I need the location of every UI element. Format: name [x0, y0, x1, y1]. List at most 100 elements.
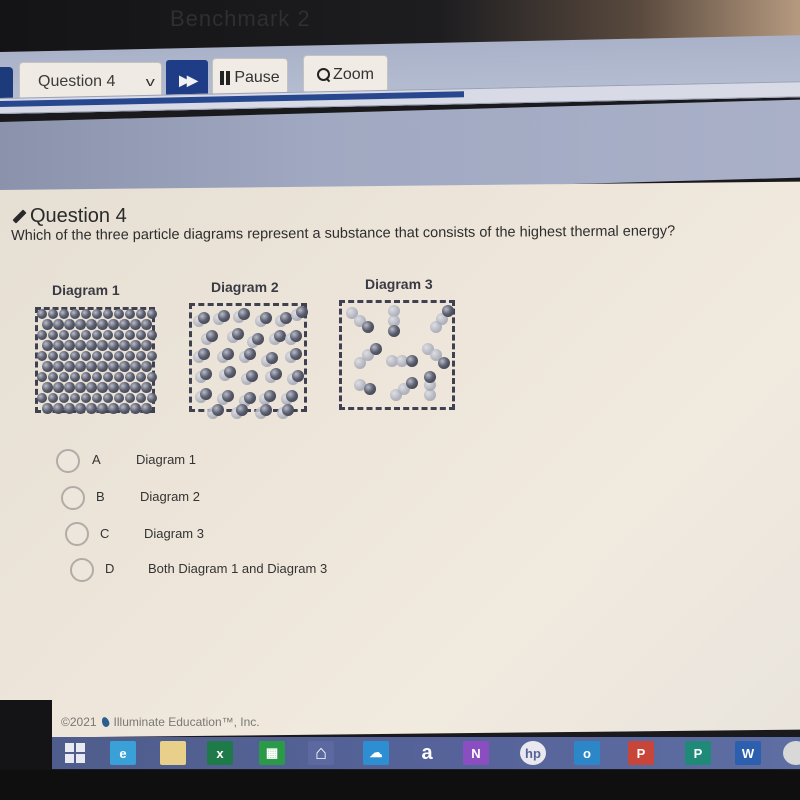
particle: [135, 329, 147, 341]
particle: [200, 368, 212, 380]
diagram-2-label: Diagram 2: [211, 279, 279, 295]
particle: [47, 350, 59, 362]
diagram-2-liquid: [189, 303, 308, 419]
particle: [119, 340, 130, 351]
particle: [124, 329, 136, 341]
store-icon[interactable]: ▦: [259, 741, 285, 765]
particle: [53, 340, 64, 351]
particle: [232, 328, 244, 340]
particle: [218, 310, 230, 322]
outlook-icon[interactable]: o: [574, 741, 600, 765]
particle: [80, 329, 92, 341]
company-name: Illuminate Education™, Inc.: [113, 715, 260, 729]
particle: [91, 329, 103, 341]
particle: [362, 321, 374, 333]
onedrive-icon[interactable]: ☁: [363, 741, 389, 765]
option-b[interactable]: [61, 486, 85, 510]
diagram-3-label: Diagram 3: [365, 276, 433, 292]
particle: [130, 340, 141, 351]
option-d-text[interactable]: Both Diagram 1 and Diagram 3: [148, 561, 327, 576]
particle: [80, 371, 92, 383]
radio-d[interactable]: [70, 558, 94, 582]
particle: [64, 382, 75, 393]
particle: [64, 403, 75, 414]
particle: [102, 350, 114, 362]
home-icon[interactable]: ⌂: [308, 741, 334, 765]
particle: [135, 392, 147, 404]
particle: [108, 403, 119, 414]
particle: [53, 403, 64, 414]
word-icon[interactable]: W: [735, 741, 761, 765]
internet-explorer-icon[interactable]: e: [110, 741, 136, 765]
particle: [388, 325, 400, 337]
particle: [119, 319, 130, 330]
particle: [58, 329, 70, 341]
radio-b[interactable]: [61, 486, 85, 510]
particle: [438, 357, 450, 369]
onenote-icon[interactable]: N: [463, 741, 489, 765]
particle: [198, 312, 210, 324]
option-b-letter: B: [96, 489, 105, 504]
excel-icon[interactable]: x: [207, 741, 233, 765]
publisher-icon[interactable]: P: [685, 741, 711, 765]
radio-c[interactable]: [65, 522, 89, 546]
particle: [113, 350, 125, 362]
powerpoint-icon[interactable]: P: [628, 741, 654, 765]
particle: [141, 340, 152, 351]
particle: [75, 382, 86, 393]
particle: [370, 343, 382, 355]
particle: [113, 308, 125, 320]
question-header: Question 4: [10, 205, 127, 228]
particle: [80, 350, 92, 362]
particle: [260, 312, 272, 324]
pause-label: Pause: [234, 68, 280, 86]
particle: [119, 403, 130, 414]
option-c[interactable]: [65, 522, 89, 546]
particle: [58, 350, 70, 362]
radio-a[interactable]: [56, 449, 80, 473]
option-a-letter: A: [92, 452, 101, 467]
particle: [141, 403, 152, 414]
particle: [406, 377, 418, 389]
file-explorer-icon[interactable]: [160, 741, 186, 765]
particle: [80, 392, 92, 404]
particle: [108, 319, 119, 330]
particle: [80, 308, 92, 320]
particle: [36, 308, 48, 320]
windows-start-icon[interactable]: [62, 741, 88, 765]
option-a-text[interactable]: Diagram 1: [136, 452, 196, 467]
particle: [222, 348, 234, 360]
option-a[interactable]: [56, 449, 80, 473]
particle: [47, 329, 59, 341]
particle: [290, 348, 302, 360]
option-d[interactable]: [70, 558, 94, 582]
particle: [86, 340, 97, 351]
particle: [91, 392, 103, 404]
option-d-letter: D: [105, 561, 115, 576]
particle: [75, 403, 86, 414]
fast-forward-icon: ▶▶: [179, 71, 197, 88]
particle: [135, 308, 147, 320]
particle: [124, 308, 136, 320]
particle: [97, 361, 108, 372]
particle: [200, 388, 212, 400]
footer: ©2021 Illuminate Education™, Inc.: [61, 715, 260, 729]
particle: [244, 348, 256, 360]
particle: [47, 392, 59, 404]
pause-button[interactable]: Pause: [212, 58, 288, 97]
particle: [53, 319, 64, 330]
particle: [124, 392, 136, 404]
particle: [102, 371, 114, 383]
particle: [364, 383, 376, 395]
particle: [130, 319, 141, 330]
amazon-icon[interactable]: a: [414, 741, 440, 765]
particle: [282, 404, 294, 416]
option-c-text[interactable]: Diagram 3: [144, 526, 204, 541]
particle: [238, 308, 250, 320]
particle: [42, 382, 53, 393]
particle: [86, 319, 97, 330]
zoom-button[interactable]: Zoom: [303, 55, 388, 94]
hp-icon[interactable]: hp: [520, 741, 546, 765]
option-b-text[interactable]: Diagram 2: [140, 489, 200, 504]
particle: [113, 329, 125, 341]
